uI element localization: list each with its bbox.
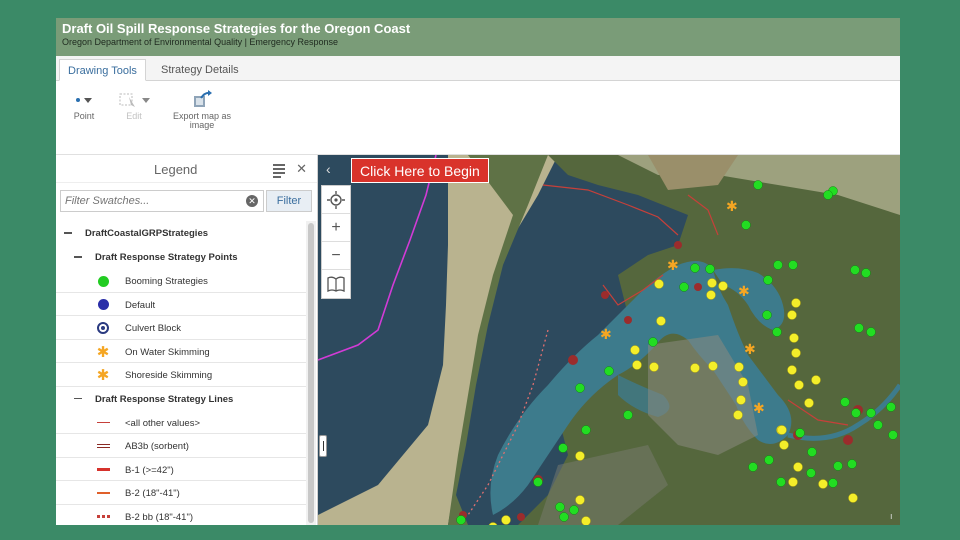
app-header: Draft Oil Spill Response Strategies for … <box>56 18 900 56</box>
export-map-button[interactable]: Export map as image <box>171 89 233 130</box>
app-title: Draft Oil Spill Response Strategies for … <box>62 21 411 36</box>
legend-item-label: B-2 (18"-41") <box>125 488 180 499</box>
tab-bar: Drawing Tools Strategy Details <box>56 56 900 81</box>
legend-scrollbar[interactable] <box>306 221 316 525</box>
legend-item-booming[interactable]: Booming Strategies <box>56 269 306 293</box>
legend-item-label: B-1 (>=42") <box>125 464 174 476</box>
edit-icon <box>119 93 135 107</box>
export-image-icon <box>194 90 212 107</box>
legend-group-lines[interactable]: Draft Response Strategy Lines <box>56 387 306 411</box>
filter-row: ✕ Filter <box>60 190 312 212</box>
tab-strategy-details[interactable]: Strategy Details <box>153 59 247 81</box>
collapse-icon[interactable] <box>64 232 72 234</box>
legend-item-on-water-skimming[interactable]: ✱ On Water Skimming <box>56 340 306 363</box>
lines-group-label: Draft Response Strategy Lines <box>95 393 234 405</box>
thick-red-line-icon <box>96 463 110 477</box>
legend-item-label: On Water Skimming <box>125 346 210 358</box>
zoom-in-button[interactable]: + <box>322 214 350 242</box>
culvert-block-icon <box>96 321 110 335</box>
scale-marker: ı <box>890 512 893 522</box>
point-tool-button[interactable]: Point <box>64 89 104 121</box>
drawing-toolbar: Point Edit Export map as image <box>56 81 900 155</box>
legend-item-label: Culvert Block <box>125 323 181 334</box>
point-icon <box>76 98 80 102</box>
map-basemap: ✱ ✱ ✱ ✱ ✱ ✱ ı <box>318 155 900 525</box>
app-subtitle: Oregon Department of Environmental Quali… <box>62 37 338 47</box>
blue-dot-icon <box>96 298 110 312</box>
legend-item-label: AB3b (sorbent) <box>125 441 189 452</box>
svg-text:✱: ✱ <box>726 199 738 215</box>
locate-button[interactable] <box>322 186 350 214</box>
edit-tool-label: Edit <box>126 111 142 121</box>
legend-item-label: Default <box>125 299 156 311</box>
filter-button[interactable]: Filter <box>266 190 312 212</box>
legend-item-line-b1[interactable]: B-1 (>=42") <box>56 458 306 481</box>
clear-icon[interactable]: ✕ <box>246 195 258 207</box>
bookmarks-button[interactable] <box>322 270 350 298</box>
legend-group-points[interactable]: Draft Response Strategy Points <box>56 245 306 269</box>
legend-root-label: DraftCoastalGRPStrategies <box>85 228 209 239</box>
point-tool-label: Point <box>73 111 95 121</box>
legend-item-line-b2bb[interactable]: B-2 bb (18"-41") <box>56 505 306 526</box>
legend-item-line-b2[interactable]: B-2 (18"-41") <box>56 481 306 505</box>
scrollbar-thumb[interactable] <box>308 223 314 523</box>
collapse-icon[interactable] <box>74 256 82 258</box>
legend-item-label: Shoreside Skimming <box>125 370 213 381</box>
legend-title: Legend <box>154 162 198 177</box>
legend-item-culvert-block[interactable]: Culvert Block <box>56 316 306 340</box>
orange-burst-icon: ✱ <box>96 367 110 384</box>
svg-text:✱: ✱ <box>667 258 679 274</box>
thin-red-line-icon <box>96 416 110 430</box>
legend-root[interactable]: DraftCoastalGRPStrategies <box>56 221 306 245</box>
chevron-down-icon <box>142 97 150 103</box>
svg-text:✱: ✱ <box>738 284 750 300</box>
legend-item-default[interactable]: Default <box>56 293 306 316</box>
tab-drawing-tools[interactable]: Drawing Tools <box>59 59 146 81</box>
svg-text:✱: ✱ <box>600 327 612 343</box>
legend-tree: DraftCoastalGRPStrategies Draft Response… <box>56 221 306 525</box>
panel-splitter-handle[interactable] <box>319 435 327 457</box>
zoom-out-button[interactable]: − <box>322 242 350 270</box>
legend-item-label: Booming Strategies <box>125 276 208 287</box>
export-label-line2: image <box>189 120 215 130</box>
app-window: Draft Oil Spill Response Strategies for … <box>56 18 900 525</box>
legend-item-shoreside-skimming[interactable]: ✱ Shoreside Skimming <box>56 363 306 387</box>
legend-item-line-ab3b[interactable]: AB3b (sorbent) <box>56 434 306 458</box>
points-group-label: Draft Response Strategy Points <box>95 252 238 263</box>
orange-red-line-icon <box>96 486 110 500</box>
filter-swatches-input[interactable] <box>60 190 264 212</box>
legend-header: Legend ✕ <box>56 155 317 183</box>
collapse-icon[interactable] <box>74 397 82 399</box>
close-icon[interactable]: ✕ <box>296 161 307 177</box>
crosshair-icon <box>327 190 345 209</box>
double-red-line-icon <box>96 439 110 453</box>
green-dot-icon <box>96 274 110 288</box>
legend-item-label: <all other values> <box>125 417 200 429</box>
click-to-begin-button[interactable]: Click Here to Begin <box>351 158 489 183</box>
collapse-panel-icon[interactable]: ‹ <box>326 161 331 177</box>
menu-icon[interactable] <box>273 164 285 180</box>
map-view[interactable]: ✱ ✱ ✱ ✱ ✱ ✱ ı ‹ Click Here to Begin + − <box>318 155 900 525</box>
svg-text:✱: ✱ <box>744 342 756 358</box>
chevron-down-icon <box>84 97 92 103</box>
legend-panel: Legend ✕ ✕ Filter DraftCoastalGRPStrateg… <box>56 155 318 525</box>
legend-item-label: B-2 bb (18"-41") <box>125 511 193 523</box>
map-controls: + − <box>321 185 351 299</box>
edit-tool-button[interactable]: Edit <box>112 89 156 121</box>
book-icon <box>327 276 345 292</box>
legend-item-line-other[interactable]: <all other values> <box>56 411 306 434</box>
svg-text:✱: ✱ <box>753 401 765 417</box>
orange-burst-icon: ✱ <box>96 343 110 361</box>
dotted-red-line-icon <box>96 510 110 524</box>
